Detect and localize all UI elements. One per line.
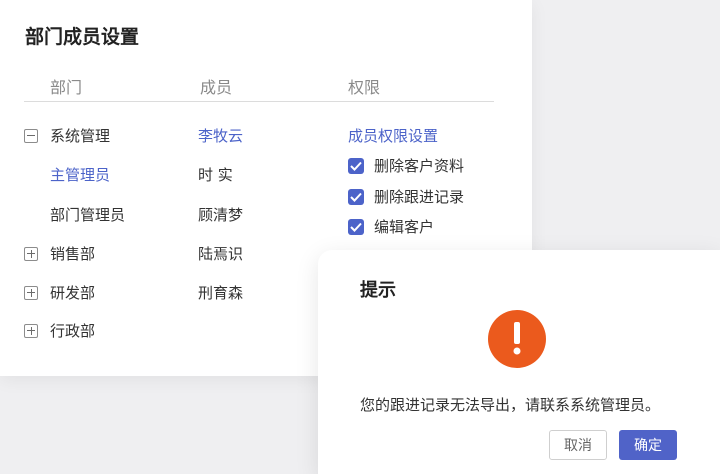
permission-delete-followup[interactable]: 删除跟进记录 [348,186,464,207]
cancel-button[interactable]: 取消 [549,430,607,460]
panel-title: 部门成员设置 [25,26,140,48]
tree-item-label: 主管理员 [50,166,111,184]
tree-item-label: 行政部 [50,322,96,340]
tree-item-sales[interactable]: 销售部 [24,243,95,264]
permission-settings-link[interactable]: 成员权限设置 [348,125,438,146]
plus-square-icon[interactable] [24,246,38,261]
column-header-department: 部门 [50,78,83,97]
exclamation-circle-icon [488,310,546,368]
dialog-title: 提示 [360,280,396,301]
tree-item-label: 部门管理员 [50,206,126,224]
column-header-member: 成员 [200,78,233,97]
minus-square-icon[interactable] [24,128,38,143]
checkbox-checked-icon[interactable] [348,188,364,205]
member-item[interactable]: 顾清梦 [198,204,243,225]
checkbox-checked-icon[interactable] [348,157,364,174]
dialog-message: 您的跟进记录无法导出，请联系系统管理员。 [360,396,661,414]
tree-item-label: 研发部 [50,284,96,302]
plus-square-icon[interactable] [24,323,38,338]
member-item[interactable]: 李牧云 [198,125,243,146]
header-divider [24,101,494,102]
member-item[interactable]: 刑育森 [198,282,243,303]
member-item[interactable]: 时 实 [198,164,233,185]
tree-item-rnd[interactable]: 研发部 [24,282,95,303]
confirm-button[interactable]: 确定 [619,430,677,460]
alert-dialog: 提示 您的跟进记录无法导出，请联系系统管理员。 取消 确定 [318,250,720,474]
column-header-permission: 权限 [348,78,381,97]
permission-delete-customer[interactable]: 删除客户资料 [348,155,464,176]
permission-edit-customer[interactable]: 编辑客户 [348,216,434,237]
checkbox-checked-icon[interactable] [348,218,364,235]
tree-item-main-admin[interactable]: 主管理员 [50,164,110,185]
tree-item-admin-dept[interactable]: 行政部 [24,320,95,341]
plus-square-icon[interactable] [24,285,38,300]
member-item[interactable]: 陆焉识 [198,243,243,264]
tree-item-dept-admin[interactable]: 部门管理员 [50,204,125,225]
tree-item-label: 系统管理 [50,127,111,145]
permission-label: 编辑客户 [374,218,435,236]
tree-item-label: 销售部 [50,245,96,263]
permission-label: 删除跟进记录 [374,188,465,206]
tree-item-system-management[interactable]: 系统管理 [24,125,110,146]
permission-label: 删除客户资料 [374,157,465,175]
